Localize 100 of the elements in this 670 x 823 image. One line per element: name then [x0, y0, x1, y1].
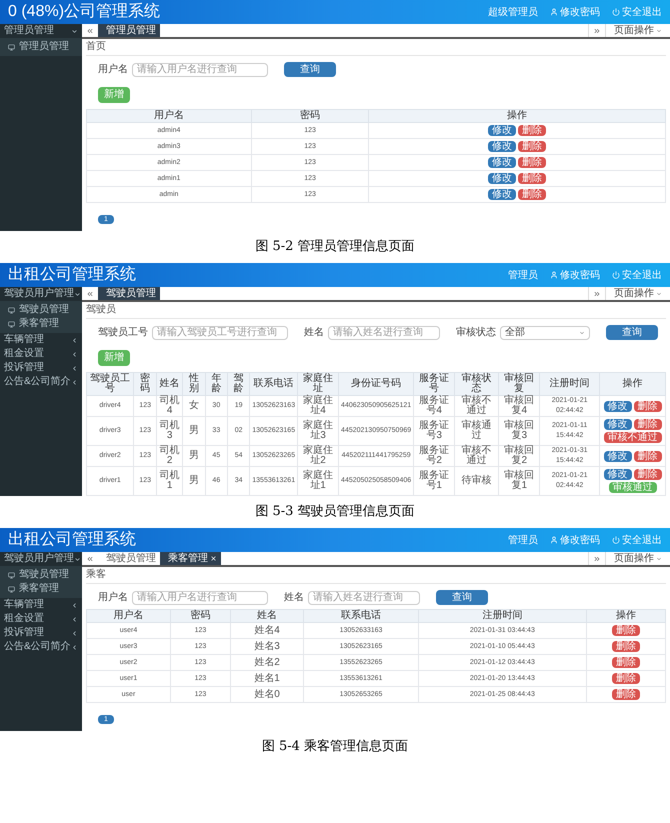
header-link[interactable]: 修改密码: [560, 532, 600, 548]
scroll-left-icon[interactable]: [86, 290, 94, 298]
table-cell: 男: [182, 466, 206, 496]
edit-button[interactable]: 修改: [488, 157, 516, 168]
sidebar-group[interactable]: 管理员管理: [0, 24, 82, 38]
column-header: 联系电话: [304, 610, 418, 622]
edit-button[interactable]: 修改: [488, 173, 516, 184]
sidebar-item[interactable]: 乘客管理: [19, 318, 59, 330]
column-header: 注册时间: [418, 610, 586, 622]
column-header: 家庭住址: [298, 372, 339, 396]
delete-button[interactable]: 删除: [518, 189, 546, 200]
sidebar-group[interactable]: 投诉管理: [0, 626, 82, 640]
search-field[interactable]: 请输入驾驶员工号进行查询: [152, 326, 288, 340]
page-menu-button[interactable]: 页面操作: [605, 552, 670, 565]
sidebar-group[interactable]: 租金设置: [0, 612, 82, 626]
edit-button[interactable]: 修改: [604, 400, 632, 412]
page-menu-button[interactable]: 页面操作: [605, 287, 670, 300]
caret-icon: [656, 28, 662, 34]
search-button[interactable]: 查询: [606, 325, 658, 340]
approve-button[interactable]: 审核通过: [608, 482, 656, 493]
table-cell: 待审核: [454, 466, 499, 496]
delete-button[interactable]: 删除: [612, 689, 640, 700]
scroll-right-icon[interactable]: [593, 26, 601, 34]
reject-button[interactable]: 审核不通过: [604, 432, 662, 443]
table-cell: 审核不通过: [454, 446, 499, 466]
sidebar-group[interactable]: 车辆管理: [0, 598, 82, 612]
table-cell: 司机1: [156, 466, 183, 496]
search-field[interactable]: 请输入用户名进行查询: [132, 62, 268, 76]
edit-button[interactable]: 修改: [488, 141, 516, 152]
status-select[interactable]: 全部: [500, 326, 590, 340]
scroll-right-icon[interactable]: [593, 290, 601, 298]
sidebar-item[interactable]: 乘客管理: [19, 583, 59, 595]
search-button[interactable]: 查询: [436, 590, 488, 605]
delete-button[interactable]: 删除: [612, 673, 640, 684]
header-link[interactable]: 超级管理员: [488, 4, 538, 20]
delete-button[interactable]: 删除: [612, 625, 640, 636]
delete-button[interactable]: 删除: [634, 469, 662, 480]
column-header: 驾驶员工号: [86, 372, 134, 396]
header-link[interactable]: 安全退出: [622, 4, 662, 20]
sidebar-item[interactable]: 管理员管理: [19, 41, 69, 53]
delete-button[interactable]: 删除: [612, 641, 640, 652]
table-cell: 男: [182, 446, 206, 466]
delete-button[interactable]: 删除: [634, 419, 662, 430]
table-cell: 家庭住址4: [298, 396, 339, 416]
sidebar-group[interactable]: 驾驶员用户管理: [0, 287, 82, 301]
header-link[interactable]: 修改密码: [560, 268, 600, 282]
header-link[interactable]: 安全退出: [622, 268, 662, 282]
table-cell: 家庭住址3: [298, 416, 339, 446]
sidebar-group[interactable]: 租金设置: [0, 347, 82, 361]
scroll-left-icon[interactable]: [86, 554, 94, 562]
delete-button[interactable]: 删除: [518, 173, 546, 184]
delete-button[interactable]: 删除: [612, 657, 640, 668]
scroll-left-icon[interactable]: [86, 26, 94, 34]
delete-button[interactable]: 删除: [518, 125, 546, 136]
column-header: 密码: [251, 110, 369, 122]
edit-button[interactable]: 修改: [488, 125, 516, 136]
table-cell: 服务证号2: [414, 446, 455, 466]
search-field[interactable]: 请输入姓名进行查询: [328, 326, 440, 340]
caret-icon: [579, 330, 585, 336]
column-header: 操作: [586, 610, 666, 622]
breadcrumb: 首页: [86, 41, 666, 56]
table-cell: 服务证号4: [414, 396, 455, 416]
power-icon: [612, 8, 620, 16]
sidebar-item[interactable]: 驾驶员管理: [19, 304, 69, 316]
sidebar-group[interactable]: 公告&公司简介: [0, 375, 82, 389]
sidebar-group[interactable]: 车辆管理: [0, 333, 82, 347]
add-button[interactable]: 新增: [98, 87, 130, 103]
header-link[interactable]: 安全退出: [622, 532, 662, 548]
column-header: 操作: [368, 110, 666, 122]
header-link[interactable]: 管理员: [508, 268, 538, 282]
sidebar-group[interactable]: 驾驶员用户管理: [0, 552, 82, 566]
close-icon[interactable]: [210, 555, 217, 562]
search-field[interactable]: 请输入姓名进行查询: [308, 590, 420, 604]
delete-button[interactable]: 删除: [634, 400, 662, 412]
scroll-right-icon[interactable]: [593, 554, 601, 562]
sidebar-item[interactable]: 驾驶员管理: [19, 569, 69, 581]
edit-button[interactable]: 修改: [488, 189, 516, 200]
add-button[interactable]: 新增: [98, 350, 130, 366]
edit-button[interactable]: 修改: [604, 469, 632, 480]
page-menu-button[interactable]: 页面操作: [605, 24, 670, 37]
delete-button[interactable]: 删除: [518, 141, 546, 152]
delete-button[interactable]: 删除: [634, 450, 662, 462]
sidebar-group[interactable]: 投诉管理: [0, 361, 82, 375]
caret-icon: [656, 290, 662, 296]
header-link[interactable]: 修改密码: [560, 4, 600, 20]
search-field[interactable]: 请输入用户名进行查询: [132, 590, 268, 604]
edit-button[interactable]: 修改: [604, 419, 632, 430]
power-icon: [612, 536, 620, 544]
table-cell: 审核通过: [454, 416, 499, 446]
header-link[interactable]: 管理员: [508, 532, 538, 548]
edit-button[interactable]: 修改: [604, 450, 632, 462]
app-title: 出租公司管理系统: [8, 530, 136, 550]
monitor-icon: [8, 44, 15, 50]
sidebar-group[interactable]: 公告&公司简介: [0, 640, 82, 654]
search-button[interactable]: 查询: [284, 62, 336, 77]
column-header: 性别: [182, 372, 206, 396]
delete-button[interactable]: 删除: [518, 157, 546, 168]
table-cell: 审核回复1: [498, 466, 540, 496]
table-cell: 女: [182, 396, 206, 416]
column-header: 年龄: [205, 372, 228, 396]
